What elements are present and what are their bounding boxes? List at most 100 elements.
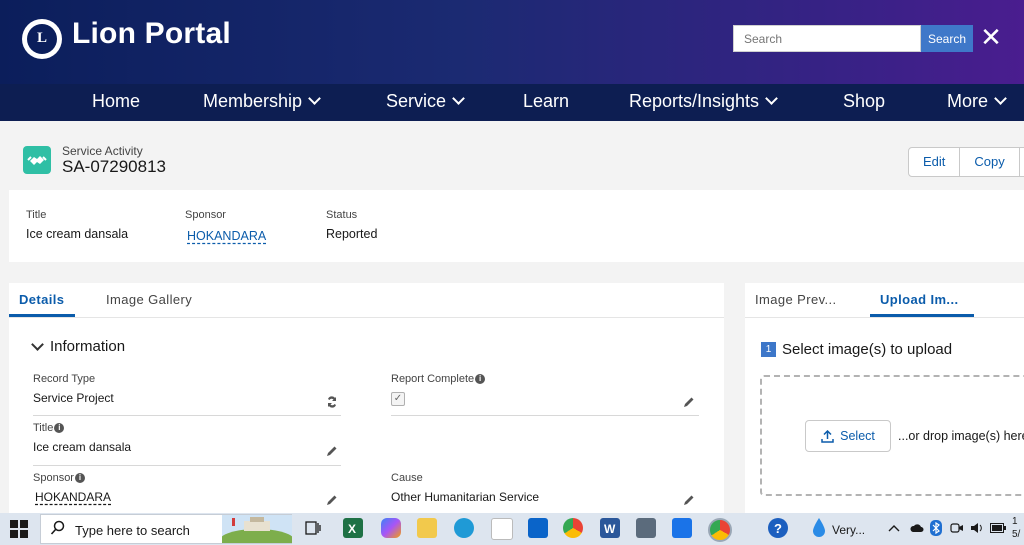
volume-icon[interactable]	[970, 521, 984, 535]
chevron-down-icon	[452, 92, 465, 105]
edit-button[interactable]: Edit	[909, 148, 961, 176]
store-icon[interactable]	[491, 518, 513, 540]
search-button[interactable]: Search	[921, 25, 973, 52]
edit-pencil-icon[interactable]	[325, 493, 339, 507]
outlook-icon[interactable]	[528, 518, 548, 538]
tabs-divider	[9, 317, 724, 318]
windows-start-icon[interactable]	[10, 520, 28, 538]
field-divider	[33, 415, 341, 416]
bluetooth-icon[interactable]	[930, 520, 942, 536]
nav-label: Home	[92, 91, 141, 111]
select-button-label: Select	[840, 429, 875, 443]
search-input[interactable]	[733, 25, 921, 52]
calendar-icon[interactable]	[672, 518, 692, 538]
highlights-panel	[9, 190, 1024, 262]
step-number-badge: 1	[761, 342, 776, 357]
highlight-title-label: Title	[26, 209, 47, 221]
field-value-sponsor-link[interactable]: HOKANDARA	[35, 490, 111, 504]
file-explorer-icon[interactable]	[417, 518, 437, 538]
nav-more[interactable]: More	[947, 84, 1007, 121]
field-label-title: Title i	[33, 422, 65, 434]
nav-label: Membership	[203, 91, 303, 111]
field-value-record-type: Service Project	[33, 391, 114, 405]
copy-button[interactable]: Copy	[960, 148, 1020, 176]
nav-label: More	[947, 91, 989, 111]
task-view-icon[interactable]	[303, 518, 323, 538]
nav-learn[interactable]: Learn	[523, 84, 569, 121]
system-clock[interactable]: 1 5/	[1012, 515, 1020, 541]
edit-pencil-icon[interactable]	[682, 395, 696, 409]
weather-raindrop-icon[interactable]	[812, 517, 826, 539]
main-nav: Home Membership Service Learn Reports/In…	[0, 84, 1024, 121]
copilot-icon[interactable]	[381, 518, 401, 538]
upload-title: Select image(s) to upload	[782, 341, 953, 358]
handshake-icon	[23, 146, 51, 174]
edit-pencil-icon[interactable]	[325, 444, 339, 458]
svg-text:?: ?	[774, 521, 782, 536]
search-icon	[50, 520, 65, 535]
help-icon[interactable]: ?	[768, 518, 788, 538]
word-icon[interactable]: W	[600, 518, 620, 538]
chevron-down-icon	[765, 92, 778, 105]
record-actions: Edit Copy	[908, 147, 1024, 177]
field-label-text: Title	[33, 422, 54, 434]
chevron-down-icon	[994, 92, 1007, 105]
info-icon[interactable]: i	[475, 374, 486, 384]
highlight-sponsor-label: Sponsor	[185, 209, 226, 221]
chevron-up-icon[interactable]	[888, 523, 900, 533]
drop-instruction: ...or drop image(s) here	[898, 429, 1024, 443]
edit-pencil-icon[interactable]	[682, 493, 696, 507]
section-title-information[interactable]: Information	[50, 338, 125, 355]
field-label-text: Sponsor	[33, 472, 74, 484]
taskbar-search-placeholder: Type here to search	[75, 523, 190, 538]
chrome-profile-icon[interactable]	[708, 518, 732, 542]
nav-label: Learn	[523, 91, 570, 111]
chevron-down-icon	[308, 92, 321, 105]
weather-status-text[interactable]: Very...	[832, 523, 865, 537]
nav-membership[interactable]: Membership	[203, 84, 321, 121]
edge-icon[interactable]	[454, 518, 474, 538]
highlight-title-value: Ice cream dansala	[26, 227, 129, 241]
clock-time: 1	[1012, 516, 1018, 527]
chrome-icon[interactable]	[563, 518, 583, 538]
nav-home[interactable]: Home	[92, 84, 140, 121]
nav-reports-insights[interactable]: Reports/Insights	[629, 84, 778, 121]
search-highlight-illustration-icon	[222, 515, 292, 543]
select-images-button[interactable]: Select	[805, 420, 891, 452]
lions-club-emblem-icon[interactable]: L	[22, 19, 62, 59]
excel-icon[interactable]: X	[343, 518, 363, 538]
record-object-type: Service Activity	[62, 144, 143, 158]
more-actions-button[interactable]	[1020, 148, 1024, 176]
tab-image-preview[interactable]: Image Prev...	[755, 292, 837, 307]
battery-icon[interactable]	[990, 523, 1006, 533]
brand-title[interactable]: Lion Portal	[72, 17, 231, 51]
field-value-cause: Other Humanitarian Service	[391, 490, 540, 504]
details-card	[9, 283, 724, 523]
info-icon[interactable]: i	[54, 423, 65, 433]
svg-text:W: W	[604, 522, 616, 536]
highlight-status-value: Reported	[326, 227, 378, 241]
tab-upload-images[interactable]: Upload Im...	[880, 292, 958, 307]
field-label-text: Report Complete	[391, 373, 475, 385]
tab-image-gallery[interactable]: Image Gallery	[106, 292, 192, 307]
info-icon[interactable]: i	[74, 473, 85, 483]
upload-icon	[821, 429, 834, 443]
field-divider	[391, 415, 699, 416]
field-divider	[33, 465, 341, 466]
cloud-icon[interactable]	[910, 521, 924, 535]
nav-shop[interactable]: Shop	[843, 84, 885, 121]
nav-label: Service	[386, 91, 447, 111]
tab-details[interactable]: Details	[19, 292, 64, 307]
nav-label: Reports/Insights	[629, 91, 760, 111]
calculator-icon[interactable]	[636, 518, 656, 538]
svg-text:X: X	[348, 522, 356, 536]
change-record-type-icon[interactable]	[325, 395, 339, 409]
tabs-divider	[745, 317, 1024, 318]
close-icon[interactable]: ✕	[980, 24, 1002, 50]
meet-now-icon[interactable]	[950, 521, 964, 535]
highlight-status-label: Status	[326, 209, 358, 221]
highlight-sponsor-link[interactable]: HOKANDARA	[187, 229, 266, 243]
nav-label: Shop	[843, 91, 886, 111]
nav-service[interactable]: Service	[386, 84, 465, 121]
report-complete-checkbox: ✓	[391, 392, 405, 406]
